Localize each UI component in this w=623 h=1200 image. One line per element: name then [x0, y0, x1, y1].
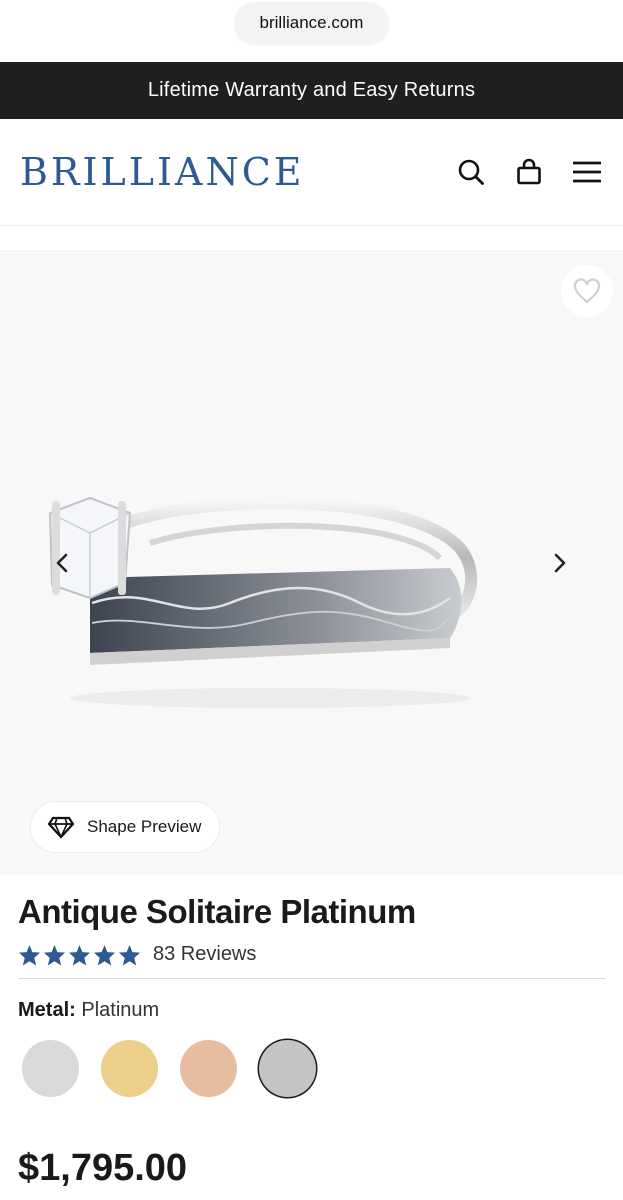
menu-icon[interactable] [573, 158, 601, 186]
metal-value: Platinum [81, 999, 160, 1021]
chevron-left-icon [56, 553, 68, 573]
reviews-link[interactable]: 83 Reviews [153, 943, 256, 966]
metal-swatch-platinum[interactable] [259, 1040, 316, 1097]
favorite-button[interactable] [561, 265, 613, 317]
star-icon [18, 944, 41, 966]
header-icons [457, 158, 601, 186]
product-image-gallery[interactable]: Shape Preview [0, 253, 623, 875]
star-icon [68, 944, 91, 966]
diamond-icon [47, 816, 75, 839]
next-image-button[interactable] [550, 551, 570, 575]
product-price: $1,795.00 [18, 1147, 188, 1189]
url-field[interactable]: brilliance.com [233, 2, 390, 44]
heart-icon [573, 278, 601, 304]
url-text: brilliance.com [259, 13, 364, 32]
chevron-right-icon [554, 553, 566, 573]
promo-banner[interactable]: Lifetime Warranty and Easy Returns [0, 62, 623, 119]
metal-swatches [22, 1040, 605, 1097]
header-spacer [0, 226, 623, 252]
star-icon [118, 944, 141, 966]
metal-swatch-rose-gold[interactable] [180, 1040, 237, 1097]
previous-image-button[interactable] [52, 551, 72, 575]
metal-selection-label: Metal: Platinum [18, 999, 605, 1022]
metal-swatch-yellow-gold[interactable] [101, 1040, 158, 1097]
product-title: Antique Solitaire Platinum [18, 893, 416, 930]
shape-preview-label: Shape Preview [87, 817, 202, 836]
site-header: BRILLIANCE [0, 119, 623, 226]
promo-text: Lifetime Warranty and Easy Returns [147, 79, 476, 101]
product-image-ring [48, 496, 478, 708]
product-info: Antique Solitaire Platinum 83 Reviews Me… [0, 893, 623, 1190]
star-rating [18, 944, 141, 966]
shopping-bag-icon[interactable] [515, 158, 543, 186]
brand-logo[interactable]: BRILLIANCE [20, 150, 305, 194]
metal-swatch-white-gold[interactable] [22, 1040, 79, 1097]
metal-label: Metal: [18, 999, 76, 1021]
browser-url-bar: brilliance.com [0, 0, 623, 62]
search-icon[interactable] [457, 158, 485, 186]
star-icon [93, 944, 116, 966]
shape-preview-button[interactable]: Shape Preview [30, 801, 221, 853]
star-icon [43, 944, 66, 966]
rating-row[interactable]: 83 Reviews [18, 943, 606, 979]
